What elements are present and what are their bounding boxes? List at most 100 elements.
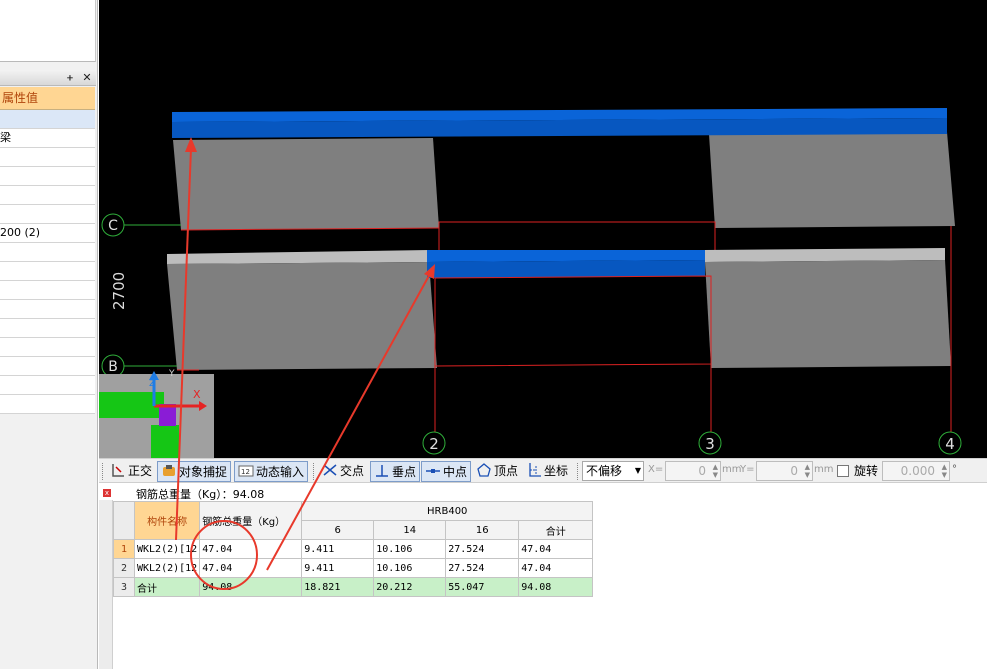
y-coordinate-input[interactable]: 0 ▲ ▼ — [756, 461, 813, 481]
x-unit: mm — [722, 464, 742, 475]
corner-cell — [113, 501, 135, 540]
axis-2-label: 2 — [429, 435, 439, 453]
property-row[interactable] — [0, 281, 95, 300]
property-row[interactable] — [0, 205, 95, 224]
spinner-arrows-icon[interactable]: ▲ ▼ — [805, 463, 810, 479]
property-row[interactable] — [0, 186, 95, 205]
dynamic-input-button[interactable]: 12 动态输入 — [234, 461, 309, 482]
beam-lower-face[interactable] — [427, 260, 705, 278]
midpoint-snap-button[interactable]: 中点 — [421, 461, 472, 482]
cell-total[interactable]: 47.04 — [518, 539, 594, 559]
cell-14[interactable]: 10.106 — [373, 539, 447, 559]
perpendicular-label: 垂点 — [392, 465, 417, 479]
degree-unit: ° — [952, 464, 957, 475]
property-row[interactable] — [0, 395, 95, 414]
viewport-canvas[interactable]: C B 2 3 4 2700 Y Z X — [99, 0, 987, 458]
x-coordinate-value: 0 — [698, 464, 706, 478]
perpendicular-icon — [374, 463, 390, 479]
cell-16[interactable]: 55.047 — [445, 577, 520, 597]
pin-icon[interactable]: ᚐ — [64, 71, 76, 84]
property-row[interactable] — [0, 357, 95, 376]
y-coordinate-value: 0 — [790, 464, 798, 478]
property-row[interactable] — [0, 376, 95, 395]
row-header-strip — [99, 500, 113, 669]
cell-weight[interactable]: 94.08 — [199, 577, 303, 597]
spinner-arrows-icon[interactable]: ▲ ▼ — [942, 463, 947, 479]
cell-16[interactable]: 27.524 — [445, 539, 520, 559]
cell-6[interactable]: 9.411 — [301, 539, 375, 559]
table-row-sum[interactable]: 3 合计 94.08 18.821 20.212 55.047 94.08 — [113, 577, 594, 597]
total-weight-label: 钢筋总重量（Kg）： — [136, 488, 233, 501]
row-number: 1 — [113, 539, 135, 559]
object-snap-button[interactable]: 对象捕捉 — [157, 461, 232, 482]
cell-total[interactable]: 94.08 — [518, 577, 594, 597]
col-header-16[interactable]: 16 — [445, 520, 520, 540]
close-icon[interactable]: ✕ — [81, 71, 93, 84]
cell-14[interactable]: 10.106 — [373, 558, 447, 578]
coordinate-label: 坐标 — [544, 464, 569, 478]
table-header-row: 构件名称 钢筋总重量（Kg） HRB400 — [113, 501, 594, 540]
y-label: Y= — [740, 464, 755, 475]
col-header-weight[interactable]: 钢筋总重量（Kg） — [199, 501, 303, 540]
chevron-down-icon: ▼ — [634, 466, 641, 475]
col-header-total[interactable]: 合计 — [518, 520, 594, 540]
table-row[interactable]: 1 WKL2(2)[12 47.04 9.411 10.106 27.524 4… — [113, 539, 594, 559]
object-snap-label: 对象捕捉 — [179, 465, 228, 479]
drawing-viewport[interactable]: C B 2 3 4 2700 Y Z X — [99, 0, 987, 458]
property-row[interactable]: 梁 — [0, 129, 95, 148]
property-row[interactable]: 200 (2) — [0, 224, 95, 243]
row-number: 2 — [113, 558, 135, 578]
orthogonal-label: 正交 — [128, 464, 153, 478]
svg-text:12: 12 — [241, 468, 250, 476]
orthogonal-icon — [110, 462, 126, 478]
axis-c-label: C — [108, 218, 118, 234]
cell-name[interactable]: WKL2(2)[12 — [133, 539, 201, 559]
spinner-arrows-icon[interactable]: ▲ ▼ — [713, 463, 718, 479]
axis-3-label: 3 — [705, 435, 715, 453]
rebar-summary-panel: x 钢筋总重量（Kg）：94.08 构件名称 钢筋总重量（Kg） HRB400 … — [99, 484, 987, 669]
property-row[interactable] — [0, 148, 95, 167]
property-value-header: 属性值 — [0, 87, 95, 110]
property-row[interactable] — [0, 167, 95, 186]
close-icon[interactable]: x — [103, 489, 111, 497]
col-header-14[interactable]: 14 — [373, 520, 447, 540]
offset-mode-dropdown[interactable]: 不偏移 ▼ — [582, 461, 644, 481]
property-row[interactable] — [0, 338, 95, 357]
wall-lower-left[interactable] — [167, 262, 437, 370]
col-header-name[interactable]: 构件名称 — [133, 501, 201, 540]
cell-6[interactable]: 18.821 — [301, 577, 375, 597]
snap-toolbar: 正交 对象捕捉 12 动态输入 交点 垂点 中点 顶点 坐标 不偏移 ▼ X= 0… — [99, 458, 987, 483]
intersection-snap-button[interactable]: 交点 — [319, 461, 367, 482]
wall-lower-right-top[interactable] — [705, 248, 945, 262]
wall-upper-left[interactable] — [173, 138, 439, 230]
property-row[interactable] — [0, 262, 95, 281]
axis-4-label: 4 — [945, 435, 955, 453]
property-row[interactable] — [0, 243, 95, 262]
cell-name[interactable]: WKL2(2)[12 — [133, 558, 201, 578]
vertex-icon — [476, 462, 492, 478]
table-row[interactable]: 2 WKL2(2)[12 47.04 9.411 10.106 27.524 4… — [113, 558, 594, 578]
total-weight-value: 94.08 — [232, 488, 265, 501]
cell-14[interactable]: 20.212 — [373, 577, 447, 597]
property-row[interactable] — [0, 300, 95, 319]
cell-weight[interactable]: 47.04 — [199, 558, 303, 578]
beam-lower-top[interactable] — [427, 250, 705, 262]
wall-lower-left-top[interactable] — [167, 250, 429, 264]
orthogonal-button[interactable]: 正交 — [107, 461, 155, 482]
x-coordinate-input[interactable]: 0 ▲ ▼ — [665, 461, 721, 481]
property-row-selected[interactable] — [0, 110, 95, 129]
rotate-angle-input[interactable]: 0.000 ▲ ▼ — [882, 461, 950, 481]
cell-total[interactable]: 47.04 — [518, 558, 594, 578]
perpendicular-snap-button[interactable]: 垂点 — [370, 461, 421, 482]
wall-lower-right[interactable] — [705, 260, 951, 368]
vertex-snap-button[interactable]: 顶点 — [473, 461, 521, 482]
cell-name[interactable]: 合计 — [133, 577, 201, 597]
property-row[interactable] — [0, 319, 95, 338]
cell-weight[interactable]: 47.04 — [199, 539, 303, 559]
wall-upper-right[interactable] — [709, 132, 955, 228]
col-header-6[interactable]: 6 — [301, 520, 375, 540]
coordinate-snap-button[interactable]: 坐标 — [523, 461, 571, 482]
cell-6[interactable]: 9.411 — [301, 558, 375, 578]
cell-16[interactable]: 27.524 — [445, 558, 520, 578]
rotate-checkbox[interactable] — [837, 465, 849, 477]
